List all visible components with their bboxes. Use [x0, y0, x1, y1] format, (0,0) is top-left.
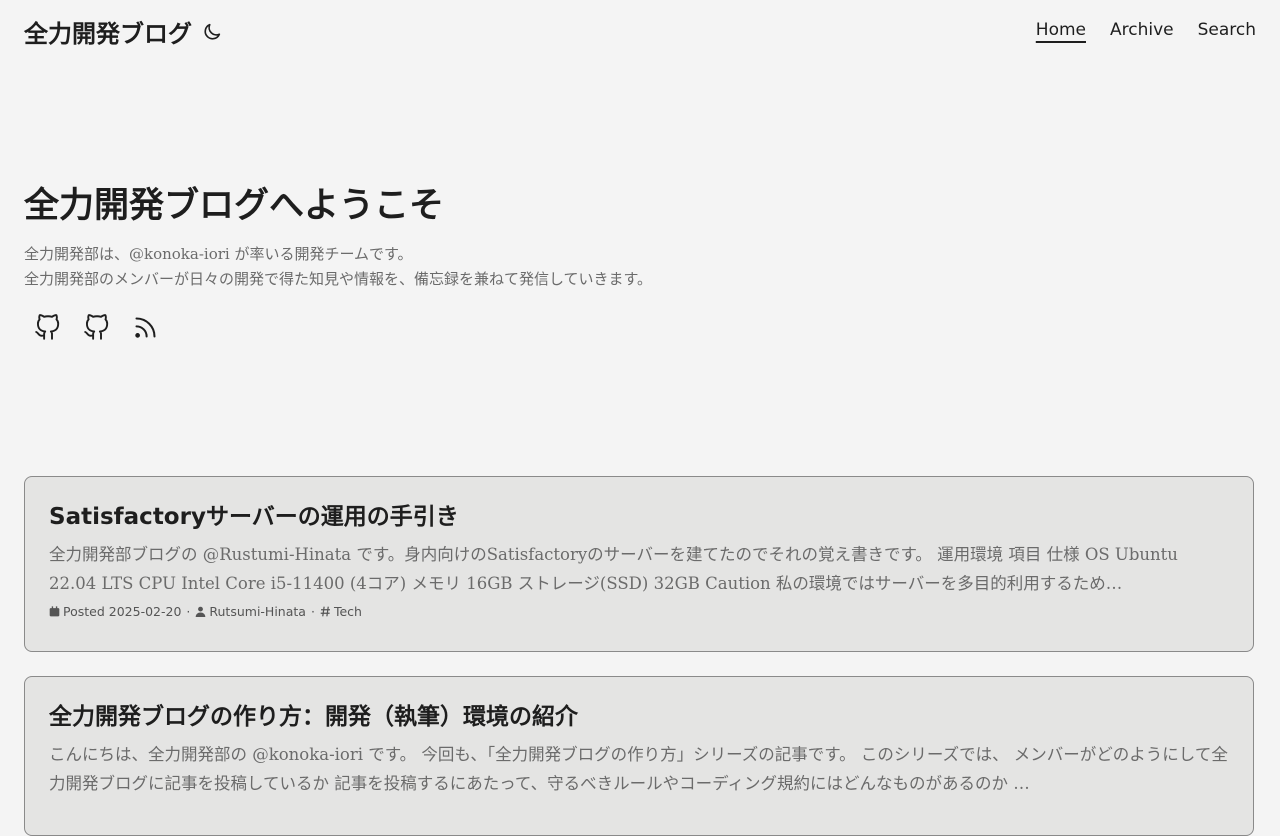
- post-author-text: Rutsumi-Hinata: [209, 604, 306, 619]
- post-date-text: Posted 2025-02-20: [63, 604, 182, 619]
- social-icons: [24, 314, 1256, 341]
- post-excerpt: 全力開発部ブログの @Rustumi-Hinata です。身内向けのSatisf…: [49, 545, 1178, 593]
- nav-home[interactable]: Home: [1036, 20, 1086, 40]
- site-header: 全力開発ブログ Home Archive Search: [0, 0, 1280, 64]
- site-title[interactable]: 全力開発ブログ: [24, 14, 192, 49]
- moon-icon[interactable]: [201, 21, 223, 43]
- post-excerpt: こんにちは、全力開発部の @konoka-iori です。 今回も、「全力開発ブ…: [49, 745, 1228, 793]
- post-card[interactable]: Satisfactoryサーバーの運用の手引き 全力開発部ブログの @Rustu…: [24, 476, 1254, 652]
- post-meta: Posted 2025-02-20 · Rutsumi-Hinata · Tec…: [49, 604, 1229, 619]
- hero-description-line: 全力開発部は、@konoka-iori が率いる開発チームです。: [24, 245, 413, 263]
- github-icon[interactable]: [83, 314, 110, 341]
- post-date: Posted 2025-02-20: [49, 604, 181, 619]
- nav-search[interactable]: Search: [1198, 20, 1256, 40]
- post-tag-text[interactable]: Tech: [334, 604, 362, 619]
- meta-separator: ·: [310, 604, 315, 619]
- hero-description: 全力開発部は、@konoka-iori が率いる開発チームです。 全力開発部のメ…: [24, 242, 1256, 292]
- main-nav: Home Archive Search: [1036, 20, 1256, 40]
- post-card[interactable]: 全力開発ブログの作り方：開発（執筆）環境の紹介 こんにちは、全力開発部の @ko…: [24, 676, 1254, 836]
- github-icon[interactable]: [34, 314, 61, 341]
- hero-description-line: 全力開発部のメンバーが日々の開発で得た知見や情報を、備忘録を兼ねて発信していきま…: [24, 270, 653, 288]
- meta-separator: ·: [186, 604, 191, 619]
- calendar-icon: [49, 606, 60, 617]
- rss-icon[interactable]: [132, 314, 159, 341]
- hero-section: 全力開発ブログへようこそ 全力開発部は、@konoka-iori が率いる開発チ…: [24, 182, 1256, 341]
- post-tag[interactable]: Tech: [320, 604, 362, 619]
- hero-title: 全力開発ブログへようこそ: [24, 186, 445, 226]
- post-title[interactable]: 全力開発ブログの作り方：開発（執筆）環境の紹介: [49, 700, 1229, 734]
- nav-archive[interactable]: Archive: [1110, 20, 1174, 40]
- hashtag-icon: [320, 606, 330, 617]
- user-icon: [196, 606, 206, 617]
- post-author: Rutsumi-Hinata: [195, 604, 306, 619]
- post-title[interactable]: Satisfactoryサーバーの運用の手引き: [49, 500, 1229, 534]
